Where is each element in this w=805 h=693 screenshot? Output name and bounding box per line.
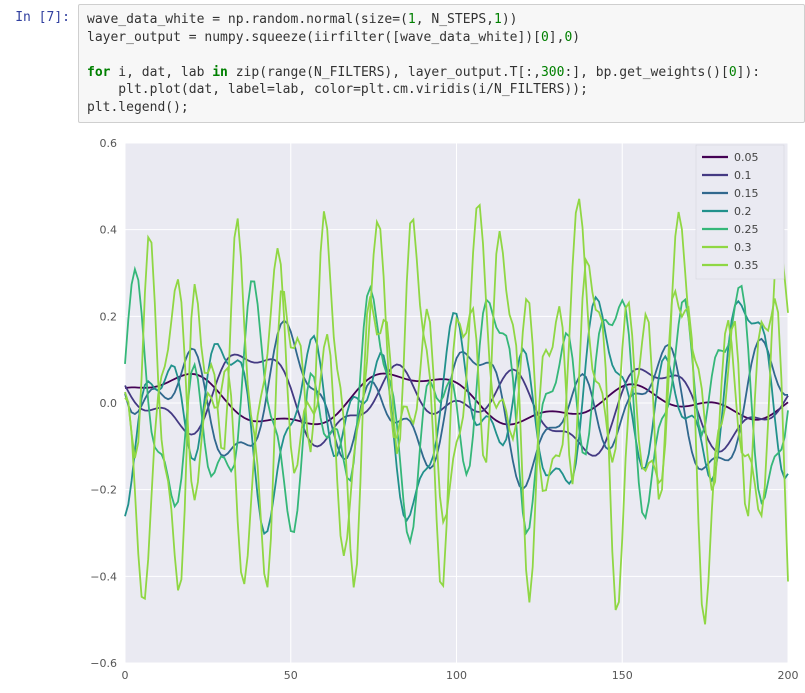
output-prompt-spacer [0, 127, 70, 693]
input-prompt: In [7]: [0, 4, 78, 123]
x-tick-label: 150 [612, 669, 633, 682]
output-area: 0 50 100 150 200 −0.6 −0.4 −0.2 0.0 0.2 0.4 0.6 0.05… [0, 127, 805, 693]
y-tick-label: 0.2 [100, 311, 118, 324]
code-line: plt.legend(); [87, 100, 189, 115]
code-line: layer_output = numpy.squeeze(iirfilter([… [87, 30, 580, 45]
y-tick-label: −0.6 [90, 657, 117, 670]
x-tick-label: 200 [778, 669, 799, 682]
legend-label: 0.35 [734, 259, 759, 272]
legend-label: 0.3 [734, 241, 752, 254]
code-line: for i, dat, lab in zip(range(N_FILTERS),… [87, 65, 760, 80]
matplotlib-figure: 0 50 100 150 200 −0.6 −0.4 −0.2 0.0 0.2 0.4 0.6 0.05… [70, 133, 800, 693]
x-tick-label: 0 [122, 669, 129, 682]
x-tick-label: 100 [446, 669, 467, 682]
code-line: plt.plot(dat, label=lab, color=plt.cm.vi… [87, 82, 588, 97]
legend-label: 0.2 [734, 205, 752, 218]
plot-output: 0 50 100 150 200 −0.6 −0.4 −0.2 0.0 0.2 0.4 0.6 0.05… [70, 127, 805, 693]
y-tick-label: 0.6 [100, 137, 118, 150]
code-input[interactable]: wave_data_white = np.random.normal(size=… [78, 4, 805, 123]
x-tick-label: 50 [284, 669, 298, 682]
legend-label: 0.15 [734, 187, 759, 200]
legend-label: 0.25 [734, 223, 759, 236]
y-tick-label: −0.2 [90, 484, 117, 497]
y-tick-label: −0.4 [90, 571, 117, 584]
y-tick-label: 0.4 [100, 224, 118, 237]
notebook-cell: In [7]: wave_data_white = np.random.norm… [0, 0, 805, 127]
y-tick-label: 0.0 [100, 397, 118, 410]
legend-label: 0.05 [734, 151, 759, 164]
code-line: wave_data_white = np.random.normal(size=… [87, 12, 518, 27]
legend-label: 0.1 [734, 169, 752, 182]
